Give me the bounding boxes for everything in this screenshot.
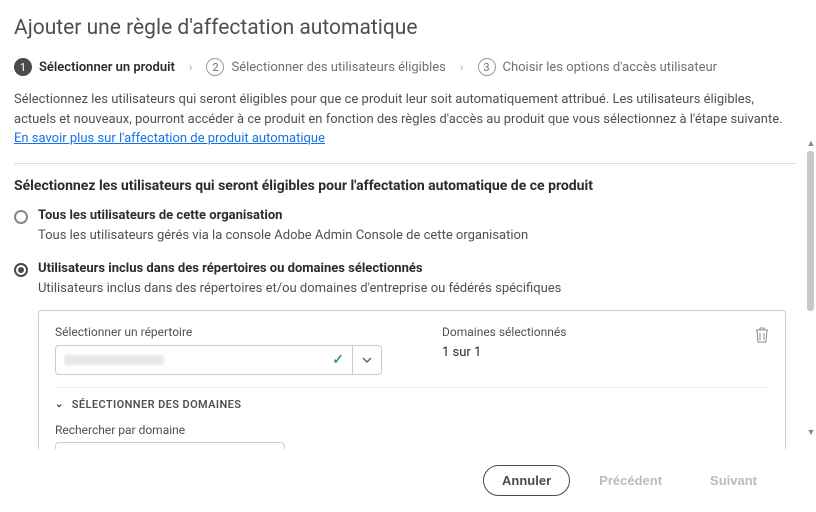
- option-directories[interactable]: Utilisateurs inclus dans des répertoires…: [14, 261, 786, 296]
- domains-selected-label: Domaines sélectionnés: [442, 325, 566, 339]
- search-domain-field[interactable]: [83, 448, 276, 449]
- select-domains-toggle[interactable]: ⌄ SÉLECTIONNER DES DOMAINES: [55, 398, 769, 411]
- search-domain-label: Rechercher par domaine: [55, 423, 285, 437]
- chevron-right-icon: ›: [454, 60, 470, 74]
- scrollbar[interactable]: ▲ ▼: [806, 138, 816, 438]
- step-1-label: Sélectionner un produit: [39, 60, 175, 75]
- select-domains-heading: SÉLECTIONNER DES DOMAINES: [72, 398, 242, 411]
- description: Sélectionnez les utilisateurs qui seront…: [14, 90, 796, 149]
- scroll-down-icon[interactable]: ▼: [807, 427, 816, 438]
- directory-name-redacted: [64, 355, 164, 365]
- dialog-footer: Annuler Précédent Suivant: [14, 449, 796, 512]
- step-2-label: Sélectionner des utilisateurs éligibles: [231, 60, 445, 75]
- option-all-users-label: Tous les utilisateurs de cette organisat…: [38, 208, 786, 223]
- previous-button[interactable]: Précédent: [580, 465, 681, 496]
- directory-panel: Sélectionner un répertoire ✓ Domaines sé…: [38, 310, 786, 450]
- checkmark-icon: ✓: [332, 352, 344, 368]
- option-all-users-sub: Tous les utilisateurs gérés via la conso…: [38, 228, 786, 243]
- step-1[interactable]: 1 Sélectionner un produit: [14, 58, 175, 76]
- eligibility-radio-group: Tous les utilisateurs de cette organisat…: [14, 208, 786, 296]
- option-all-users[interactable]: Tous les utilisateurs de cette organisat…: [14, 208, 786, 243]
- option-directories-sub: Utilisateurs inclus dans des répertoires…: [38, 281, 786, 296]
- dialog-title: Ajouter une règle d'affectation automati…: [14, 16, 796, 40]
- cancel-button[interactable]: Annuler: [483, 465, 570, 496]
- next-button[interactable]: Suivant: [691, 465, 776, 496]
- scrollbar-thumb[interactable]: [807, 151, 814, 311]
- radio-all-users[interactable]: [14, 210, 28, 224]
- step-2[interactable]: 2 Sélectionner des utilisateurs éligible…: [206, 58, 445, 76]
- radio-directories[interactable]: [14, 263, 28, 277]
- trash-icon: [755, 327, 769, 343]
- divider: [14, 163, 796, 164]
- option-directories-label: Utilisateurs inclus dans des répertoires…: [38, 261, 786, 276]
- stepper: 1 Sélectionner un produit › 2 Sélectionn…: [14, 58, 796, 76]
- chevron-down-icon: ⌄: [55, 399, 64, 410]
- description-text: Sélectionnez les utilisateurs qui seront…: [14, 92, 783, 127]
- chevron-down-icon: [362, 357, 372, 363]
- step-2-number: 2: [206, 58, 224, 76]
- step-1-number: 1: [14, 58, 32, 76]
- select-directory-label: Sélectionner un répertoire: [55, 325, 382, 339]
- directory-select[interactable]: ✓: [55, 345, 382, 375]
- directory-select-value[interactable]: ✓: [55, 345, 352, 375]
- domains-selected-value: 1 sur 1: [442, 345, 566, 360]
- directory-select-toggle[interactable]: [352, 345, 382, 375]
- delete-button[interactable]: [755, 327, 769, 347]
- scroll-up-icon[interactable]: ▲: [807, 138, 816, 149]
- scroll-area: Sélectionnez les utilisateurs qui seront…: [14, 178, 796, 450]
- section-title: Sélectionnez les utilisateurs qui seront…: [14, 178, 786, 194]
- chevron-right-icon: ›: [183, 60, 199, 74]
- step-3-number: 3: [478, 58, 496, 76]
- search-domain-input[interactable]: [55, 442, 285, 450]
- step-3[interactable]: 3 Choisir les options d'accès utilisateu…: [478, 58, 718, 76]
- learn-more-link[interactable]: En savoir plus sur l'affectation de prod…: [14, 131, 325, 146]
- step-3-label: Choisir les options d'accès utilisateur: [503, 60, 718, 75]
